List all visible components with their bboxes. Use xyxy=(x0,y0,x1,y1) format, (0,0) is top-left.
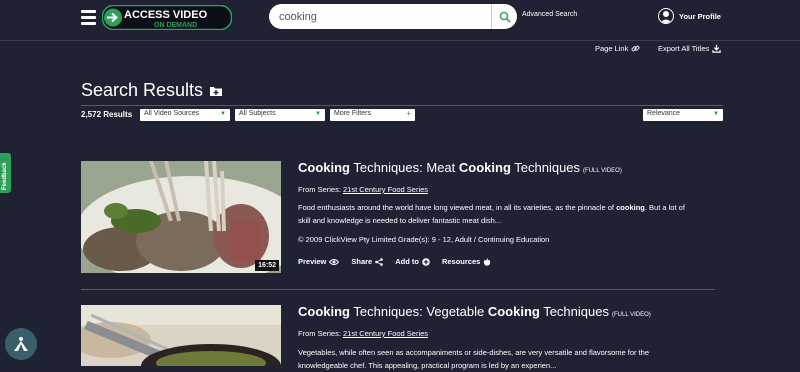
search-button[interactable] xyxy=(491,4,517,29)
series-prefix: From Series: xyxy=(298,185,344,194)
series-link[interactable]: 21st Century Food Series xyxy=(343,185,428,194)
export-label: Export All Titles xyxy=(658,44,710,53)
page-link[interactable]: Page Link xyxy=(595,44,640,53)
user-icon xyxy=(658,8,674,24)
share-label: Share xyxy=(351,257,373,266)
plus-circle-icon xyxy=(422,257,430,266)
link-icon xyxy=(631,45,640,52)
title-text: Techniques: Vegetable xyxy=(350,304,488,319)
title-highlight: Cooking xyxy=(298,304,350,319)
page-title: Search Results xyxy=(81,80,223,101)
title-highlight: Cooking xyxy=(458,160,511,175)
more-filters-label: More Filters xyxy=(334,110,371,117)
preview-label: Preview xyxy=(298,257,327,266)
vegetable-dish-image xyxy=(81,305,281,366)
title-highlight: Cooking xyxy=(298,160,350,175)
result-description: Vegetables, while often seen as accompan… xyxy=(298,348,650,370)
result-copyright: © 2009 ClickView Pty Limited Grade(s): 9… xyxy=(298,235,550,244)
add-to-label: Add to xyxy=(395,257,419,266)
search-icon xyxy=(499,11,511,23)
full-video-tag: (FULL VIDEO) xyxy=(583,168,622,174)
meat-dish-image xyxy=(81,161,281,273)
download-icon xyxy=(712,44,722,53)
logo-line2: ON DEMAND xyxy=(154,22,197,29)
video-thumbnail[interactable] xyxy=(81,305,281,366)
share-button[interactable]: Share xyxy=(351,257,384,266)
series-prefix: From Series: xyxy=(298,329,344,338)
sort-label: Relevance xyxy=(647,110,681,117)
top-header: ACCESS VIDEO ON DEMAND Advanced Search Y… xyxy=(0,0,800,41)
title-text: Techniques xyxy=(510,160,581,175)
result-divider xyxy=(81,289,715,290)
feedback-label: Feedback xyxy=(2,162,8,190)
result-series: From Series: 21st Century Food Series xyxy=(298,185,428,194)
feedback-tab[interactable]: Feedback xyxy=(0,153,11,193)
tent-icon xyxy=(14,337,28,351)
series-link[interactable]: 21st Century Food Series xyxy=(343,329,428,338)
page-link-label: Page Link xyxy=(595,44,629,53)
desc-highlight: cooking xyxy=(616,203,645,212)
title-highlight: Cooking xyxy=(487,304,540,319)
video-sources-label: All Video Sources xyxy=(144,110,200,117)
resources-button[interactable]: Resources xyxy=(442,257,491,266)
export-all-titles[interactable]: Export All Titles xyxy=(658,44,722,53)
profile-menu[interactable]: Your Profile xyxy=(658,8,721,24)
result-title-link[interactable]: Cooking Techniques: Meat Cooking Techniq… xyxy=(298,160,622,175)
video-sources-filter[interactable]: All Video Sources ▼ xyxy=(140,109,230,121)
menu-icon[interactable] xyxy=(81,10,96,25)
profile-label: Your Profile xyxy=(679,11,721,21)
results-count: 2,572 Results xyxy=(81,110,133,119)
title-text: Techniques: Meat xyxy=(350,160,459,175)
result-actions: Preview Share Add to Resources xyxy=(298,257,491,266)
subjects-label: All Subjects xyxy=(239,110,276,117)
chevron-down-icon: ▼ xyxy=(713,111,719,117)
sort-select[interactable]: Relevance ▼ xyxy=(643,109,723,121)
subjects-filter[interactable]: All Subjects ▼ xyxy=(235,109,325,121)
search-bar xyxy=(269,4,517,29)
plus-icon: + xyxy=(406,109,411,118)
add-to-button[interactable]: Add to xyxy=(395,257,430,266)
desc-text: Food enthusiasts around the world have l… xyxy=(298,203,617,212)
result-title-link[interactable]: Cooking Techniques: Vegetable Cooking Te… xyxy=(298,304,651,319)
full-video-tag: (FULL VIDEO) xyxy=(611,312,651,318)
share-icon xyxy=(375,257,384,266)
search-input[interactable] xyxy=(279,8,484,25)
page-title-text: Search Results xyxy=(81,80,204,100)
save-folder-icon[interactable] xyxy=(209,85,223,97)
video-thumbnail[interactable]: 16:52 xyxy=(81,161,281,273)
title-text: Techniques xyxy=(539,304,609,319)
preview-button[interactable]: Preview xyxy=(298,257,340,266)
accessibility-button[interactable] xyxy=(5,328,37,360)
access-video-logo[interactable]: ACCESS VIDEO ON DEMAND xyxy=(101,4,233,31)
more-filters-button[interactable]: More Filters + xyxy=(330,109,415,121)
chevron-down-icon: ▼ xyxy=(220,111,226,117)
result-series: From Series: 21st Century Food Series xyxy=(298,329,428,338)
apple-icon xyxy=(484,257,491,266)
eye-icon xyxy=(329,258,340,265)
advanced-search-link[interactable]: Advanced Search xyxy=(522,11,577,18)
logo-line1: ACCESS VIDEO xyxy=(124,9,208,21)
chevron-down-icon: ▼ xyxy=(315,111,321,117)
resources-label: Resources xyxy=(441,257,481,266)
result-description: Food enthusiasts around the world have l… xyxy=(298,201,698,227)
duration-badge: 16:52 xyxy=(255,260,279,271)
title-divider xyxy=(81,105,723,106)
